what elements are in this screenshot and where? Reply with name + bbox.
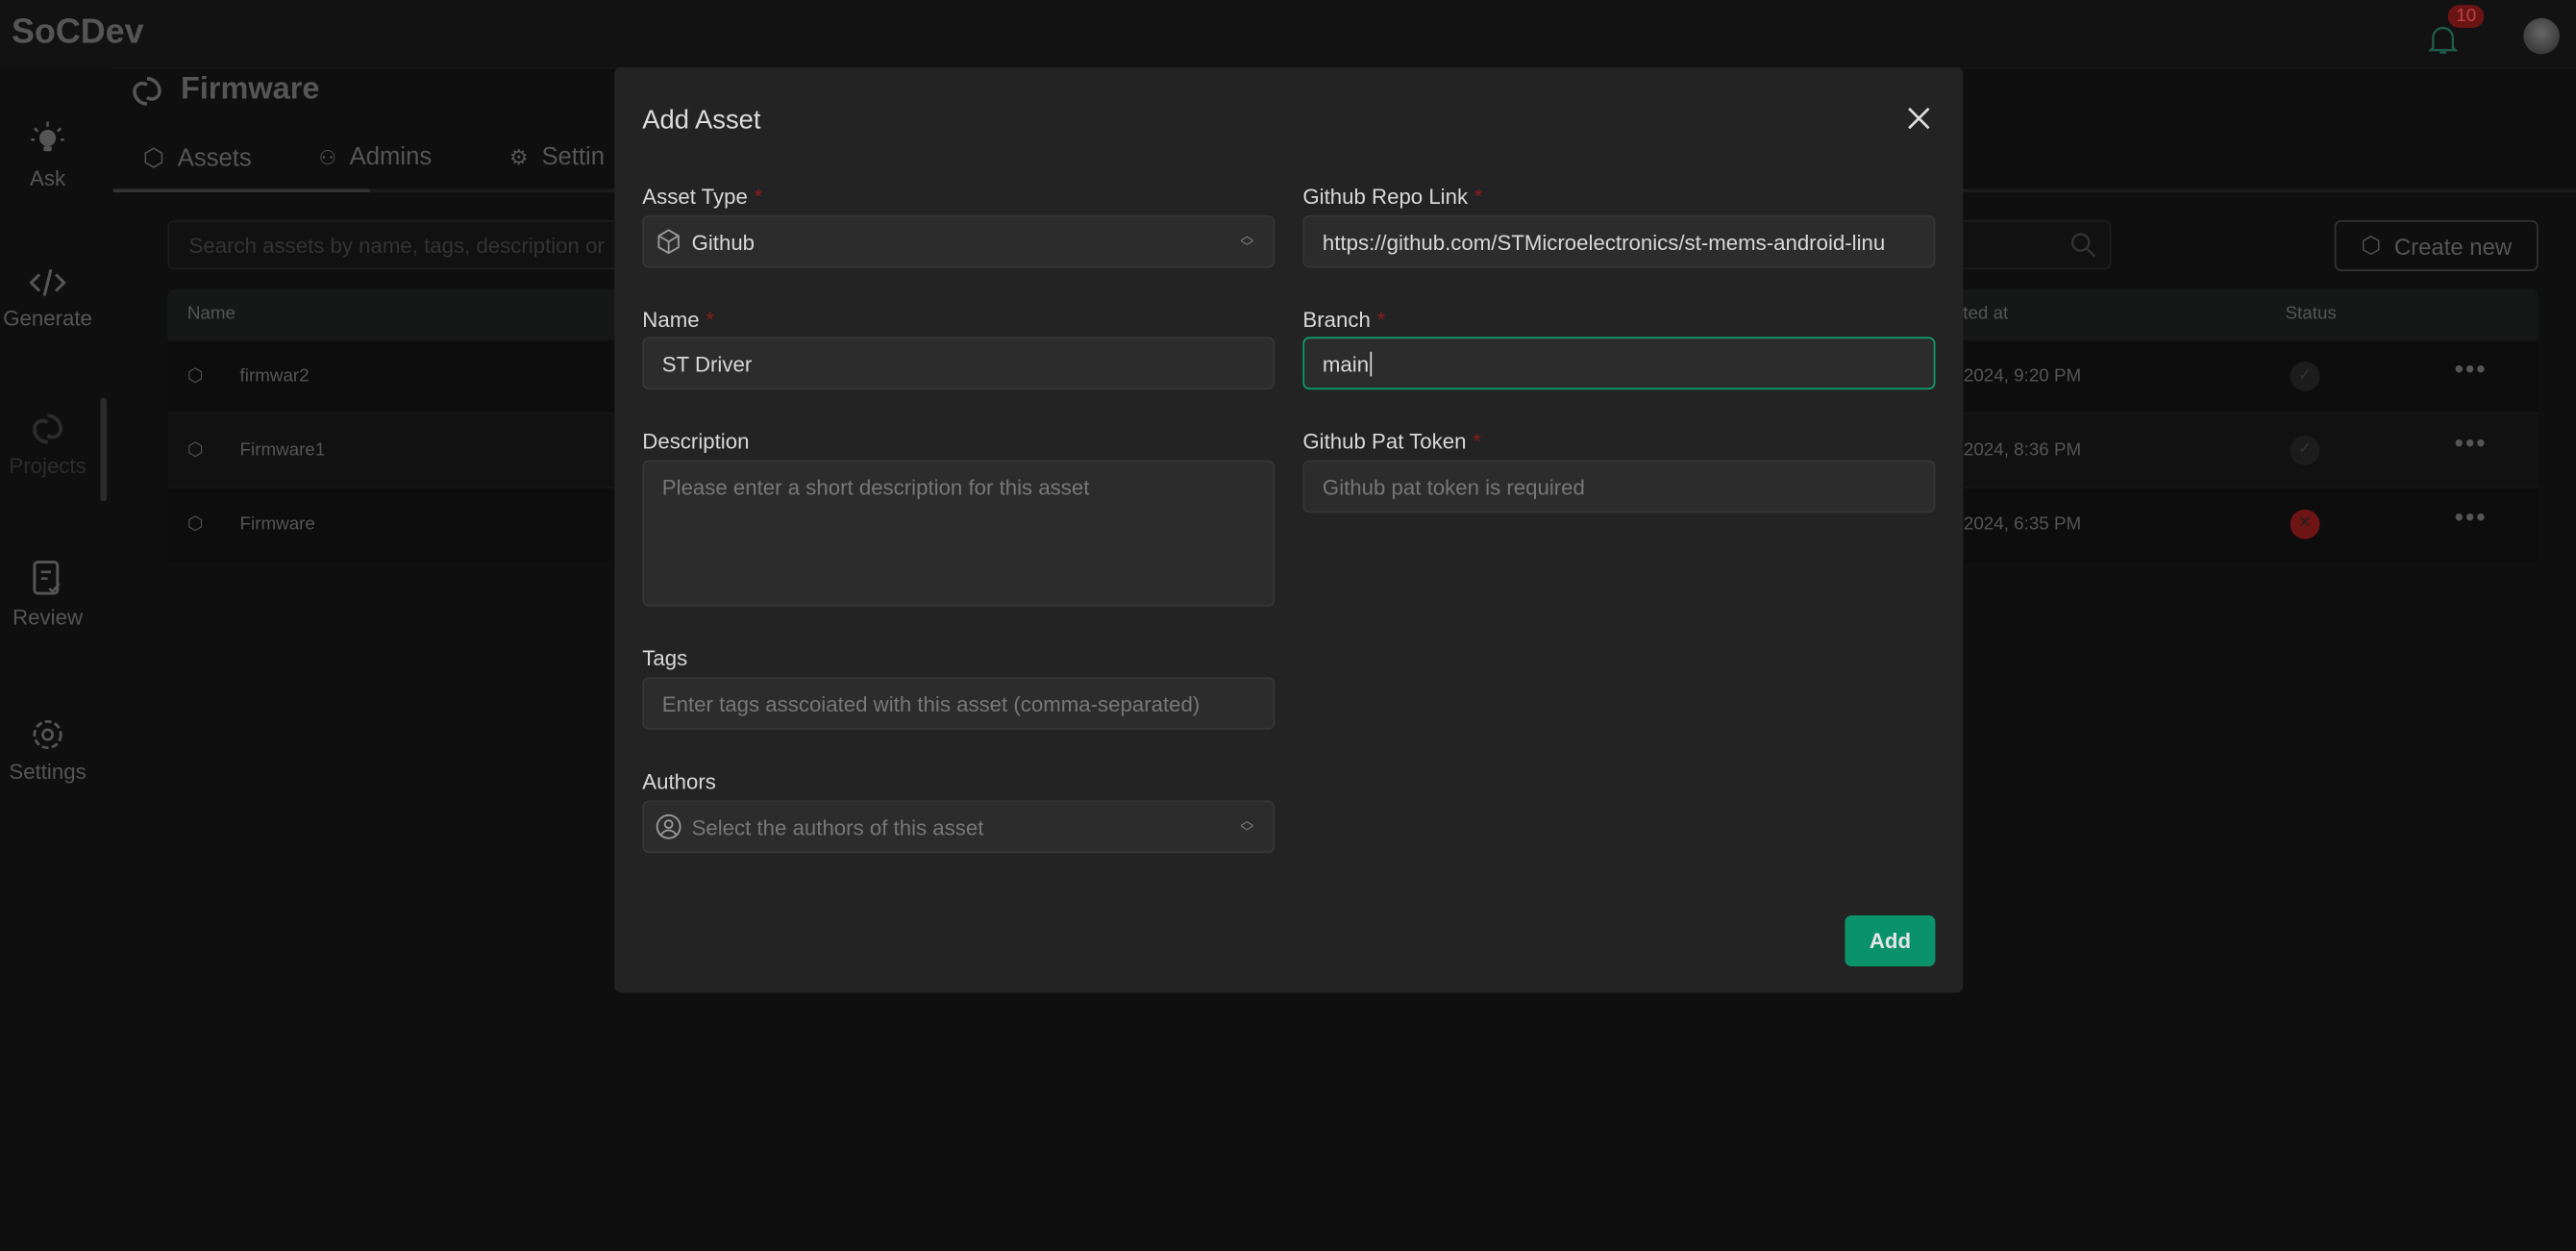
cube-icon: ⬡ bbox=[142, 144, 165, 173]
cube-icon bbox=[657, 229, 680, 255]
tags-placeholder: Enter tags asscoiated with this asset (c… bbox=[661, 690, 1201, 716]
name-value: ST Driver bbox=[661, 350, 753, 376]
sidebar-item-label: Generate bbox=[3, 305, 92, 331]
notification-badge: 10 bbox=[2447, 5, 2485, 29]
tab-settings[interactable]: ⚙ Settin bbox=[509, 143, 605, 171]
tab-assets[interactable]: ⬡ Assets bbox=[143, 143, 252, 173]
name-label: Name * bbox=[642, 307, 715, 333]
asset-type-label: Asset Type * bbox=[642, 184, 763, 210]
status-error-icon: ✕ bbox=[2290, 509, 2320, 539]
cube-icon: ⬡ bbox=[186, 440, 204, 461]
users-icon: ⚇ bbox=[318, 145, 336, 169]
top-bar: SoCDev 10 bbox=[0, 0, 2576, 69]
more-options-icon[interactable]: ••• bbox=[2455, 431, 2488, 461]
description-textarea[interactable]: Please enter a short description for thi… bbox=[642, 460, 1276, 607]
close-icon[interactable] bbox=[1906, 105, 1932, 131]
sidebar-item-review[interactable]: Review bbox=[0, 559, 95, 630]
sidebar-item-label: Settings bbox=[9, 759, 87, 785]
tab-active-underline bbox=[112, 188, 370, 192]
more-options-icon[interactable]: ••• bbox=[2455, 505, 2488, 535]
authors-placeholder: Select the authors of this asset bbox=[691, 813, 984, 839]
column-status: Status bbox=[2285, 304, 2337, 324]
authors-label: Authors bbox=[642, 768, 716, 794]
swirl-icon bbox=[33, 413, 63, 444]
text-cursor bbox=[1370, 350, 1373, 376]
cube-icon: ⬡ bbox=[186, 366, 204, 387]
asset-name: Firmware1 bbox=[239, 440, 326, 461]
create-new-label: Create new bbox=[2393, 232, 2513, 260]
tags-label: Tags bbox=[642, 645, 688, 671]
modal-title: Add Asset bbox=[642, 107, 761, 136]
gear-icon: ⚙ bbox=[508, 143, 529, 169]
asset-name: Firmware bbox=[239, 513, 315, 535]
project-swirl-icon bbox=[133, 77, 161, 106]
logo: SoCDev bbox=[11, 13, 144, 51]
repo-link-label: Github Repo Link * bbox=[1302, 184, 1483, 210]
repo-link-input[interactable]: https://github.com/STMicroelectronics/st… bbox=[1302, 214, 1936, 268]
cube-plus-icon: ⬡ bbox=[2361, 231, 2382, 259]
created-at: 6, 2024, 8:36 PM bbox=[1943, 440, 2082, 461]
status-success-icon: ✓ bbox=[2290, 435, 2320, 465]
status-success-icon: ✓ bbox=[2290, 362, 2320, 391]
column-name: Name bbox=[186, 304, 236, 324]
tab-label: Admins bbox=[349, 142, 433, 171]
asset-name: firmwar2 bbox=[239, 366, 310, 387]
bell-icon[interactable] bbox=[2428, 23, 2458, 56]
clipboard-check-icon bbox=[33, 561, 61, 595]
cube-icon: ⬡ bbox=[186, 513, 204, 535]
lightbulb-icon bbox=[31, 121, 64, 152]
search-placeholder: Search assets by name, tags, description… bbox=[188, 233, 605, 259]
sidebar-item-label: Projects bbox=[9, 453, 87, 479]
pat-token-label: Github Pat Token * bbox=[1302, 429, 1481, 454]
sidebar bbox=[0, 67, 112, 1251]
sidebar-item-generate[interactable]: Generate bbox=[0, 266, 95, 331]
sidebar-item-settings[interactable]: Settings bbox=[0, 716, 95, 784]
sidebar-item-label: Ask bbox=[30, 165, 66, 191]
sidebar-item-label: Review bbox=[12, 604, 83, 630]
description-label: Description bbox=[642, 429, 750, 454]
authors-select[interactable]: Select the authors of this asset ︿ ﹀ bbox=[642, 800, 1276, 854]
branch-input[interactable]: main bbox=[1302, 337, 1936, 390]
created-at: 6, 2024, 9:20 PM bbox=[1943, 366, 2082, 387]
add-button[interactable]: Add bbox=[1845, 915, 1936, 967]
tab-label: Assets bbox=[177, 143, 252, 172]
tags-input[interactable]: Enter tags asscoiated with this asset (c… bbox=[642, 677, 1276, 730]
asset-type-select[interactable]: Github ︿ ﹀ bbox=[642, 214, 1276, 268]
user-circle-icon bbox=[656, 813, 681, 839]
created-at: 6, 2024, 6:35 PM bbox=[1943, 513, 2082, 535]
code-icon bbox=[29, 268, 66, 297]
add-asset-modal: Add Asset Asset Type * Github ︿ ﹀ Github R… bbox=[614, 67, 1964, 993]
branch-value: main bbox=[1322, 350, 1370, 376]
avatar[interactable] bbox=[2523, 17, 2560, 55]
chevron-updown-icon: ︿ ﹀ bbox=[1240, 228, 1254, 255]
tab-admins[interactable]: ⚇ Admins bbox=[319, 143, 433, 171]
tab-label: Settin bbox=[541, 142, 606, 171]
repo-link-value: https://github.com/STMicroelectronics/st… bbox=[1322, 229, 1886, 255]
active-indicator bbox=[100, 397, 108, 502]
chevron-updown-icon: ︿ ﹀ bbox=[1240, 813, 1254, 840]
create-new-button[interactable]: ⬡ Create new bbox=[2334, 220, 2539, 272]
more-options-icon[interactable]: ••• bbox=[2455, 357, 2488, 387]
gear-icon bbox=[33, 719, 62, 750]
page-title: Firmware bbox=[181, 72, 320, 108]
description-placeholder: Please enter a short description for thi… bbox=[661, 474, 1090, 500]
pat-token-input[interactable]: Github pat token is required bbox=[1302, 460, 1936, 513]
sidebar-item-projects[interactable]: Projects bbox=[0, 411, 95, 478]
pat-token-placeholder: Github pat token is required bbox=[1322, 474, 1585, 499]
search-icon bbox=[2070, 233, 2096, 258]
name-input[interactable]: ST Driver bbox=[642, 337, 1276, 390]
branch-label: Branch * bbox=[1302, 307, 1386, 333]
asset-type-value: Github bbox=[691, 229, 755, 255]
sidebar-item-ask[interactable]: Ask bbox=[0, 120, 95, 190]
